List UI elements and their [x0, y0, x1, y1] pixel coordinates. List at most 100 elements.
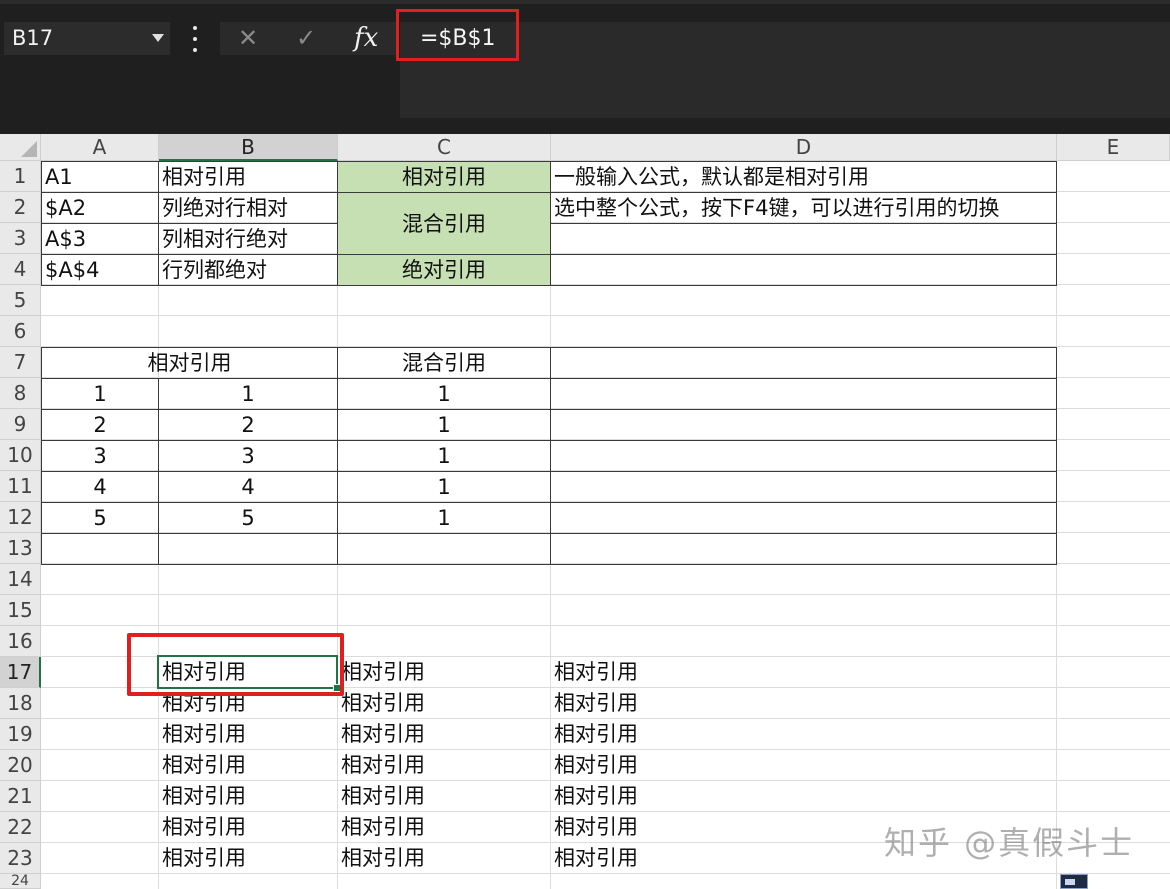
cell-c1[interactable]: 相对引用: [337, 161, 551, 193]
cell-ab7-merged[interactable]: 相对引用: [41, 347, 338, 379]
row-header-21[interactable]: 21: [0, 781, 41, 812]
cell-d17[interactable]: 相对引用: [551, 657, 1056, 688]
cell-b10[interactable]: 3: [158, 440, 338, 472]
cell-a4[interactable]: $A$4: [41, 254, 159, 286]
cell-d13[interactable]: [550, 533, 1057, 565]
formula-toolbar: B17 ✕ ✓ fx =$B$1: [0, 0, 1170, 134]
quick-analysis-icon[interactable]: [1060, 874, 1088, 889]
cell-b9[interactable]: 2: [158, 409, 338, 441]
row-header-16[interactable]: 16: [0, 626, 41, 657]
ribbon-edge: [0, 0, 1170, 4]
cell-c17[interactable]: 相对引用: [338, 657, 550, 688]
chevron-down-icon[interactable]: [152, 34, 164, 42]
cell-d3[interactable]: [550, 223, 1057, 255]
more-options-icon[interactable]: [188, 26, 202, 52]
cell-b21[interactable]: 相对引用: [159, 781, 337, 812]
cell-c20[interactable]: 相对引用: [338, 750, 550, 781]
row-header-22[interactable]: 22: [0, 812, 41, 843]
cell-d21[interactable]: 相对引用: [551, 781, 1056, 812]
row-header-2[interactable]: 2: [0, 192, 41, 223]
cell-c12[interactable]: 1: [337, 502, 551, 534]
cell-b19[interactable]: 相对引用: [159, 719, 337, 750]
row-header-18[interactable]: 18: [0, 688, 41, 719]
cell-c21[interactable]: 相对引用: [338, 781, 550, 812]
cell-d1[interactable]: 一般输入公式，默认都是相对引用: [550, 161, 1057, 193]
cell-c23[interactable]: 相对引用: [338, 843, 550, 874]
cell-c8[interactable]: 1: [337, 378, 551, 410]
cell-c11[interactable]: 1: [337, 471, 551, 503]
cell-d4[interactable]: [550, 254, 1057, 286]
cell-a13[interactable]: [41, 533, 159, 565]
row-header-6[interactable]: 6: [0, 316, 41, 347]
cell-d20[interactable]: 相对引用: [551, 750, 1056, 781]
column-header-e[interactable]: E: [1057, 134, 1170, 161]
cell-a3[interactable]: A$3: [41, 223, 159, 255]
cell-c18[interactable]: 相对引用: [338, 688, 550, 719]
cancel-icon[interactable]: ✕: [238, 26, 258, 50]
row-header-12[interactable]: 12: [0, 502, 41, 533]
cell-b11[interactable]: 4: [158, 471, 338, 503]
row-header-24[interactable]: 24: [0, 874, 41, 889]
cell-b2[interactable]: 列绝对行相对: [158, 192, 338, 224]
cell-c22[interactable]: 相对引用: [338, 812, 550, 843]
cell-a11[interactable]: 4: [41, 471, 159, 503]
row-header-3[interactable]: 3: [0, 223, 41, 254]
cell-a2[interactable]: $A2: [41, 192, 159, 224]
row-header-17[interactable]: 17: [0, 657, 41, 688]
cell-b20[interactable]: 相对引用: [159, 750, 337, 781]
column-header-c[interactable]: C: [338, 134, 551, 161]
cell-d10[interactable]: [550, 440, 1057, 472]
cell-a1[interactable]: A1: [41, 161, 159, 193]
cell-d11[interactable]: [550, 471, 1057, 503]
cell-d12[interactable]: [550, 502, 1057, 534]
cell-b3[interactable]: 列相对行绝对: [158, 223, 338, 255]
cell-b23[interactable]: 相对引用: [159, 843, 337, 874]
cell-b22[interactable]: 相对引用: [159, 812, 337, 843]
cell-d18[interactable]: 相对引用: [551, 688, 1056, 719]
cell-c9[interactable]: 1: [337, 409, 551, 441]
row-header-13[interactable]: 13: [0, 533, 41, 564]
column-header-b[interactable]: B: [159, 134, 338, 161]
row-header-19[interactable]: 19: [0, 719, 41, 750]
insert-function-button[interactable]: fx: [354, 23, 378, 53]
row-header-11[interactable]: 11: [0, 471, 41, 502]
row-header-20[interactable]: 20: [0, 750, 41, 781]
formula-buttons: ✕ ✓ fx: [220, 22, 398, 55]
cell-d2[interactable]: 选中整个公式，按下F4键，可以进行引用的切换: [550, 192, 1057, 224]
cell-d8[interactable]: [550, 378, 1057, 410]
check-icon[interactable]: ✓: [296, 26, 316, 50]
cell-b12[interactable]: 5: [158, 502, 338, 534]
row-header-4[interactable]: 4: [0, 254, 41, 285]
cell-c13[interactable]: [337, 533, 551, 565]
cell-c2-merged[interactable]: 混合引用: [337, 192, 551, 255]
cell-c19[interactable]: 相对引用: [338, 719, 550, 750]
cell-a10[interactable]: 3: [41, 440, 159, 472]
column-header-a[interactable]: A: [41, 134, 159, 161]
cell-c10[interactable]: 1: [337, 440, 551, 472]
cell-d7[interactable]: [550, 347, 1057, 379]
row-header-14[interactable]: 14: [0, 564, 41, 595]
row-header-15[interactable]: 15: [0, 595, 41, 626]
cell-b4[interactable]: 行列都绝对: [158, 254, 338, 286]
name-box[interactable]: B17: [4, 22, 170, 55]
row-header-10[interactable]: 10: [0, 440, 41, 471]
row-header-7[interactable]: 7: [0, 347, 41, 378]
cell-d9[interactable]: [550, 409, 1057, 441]
cell-c7[interactable]: 混合引用: [337, 347, 551, 379]
cell-c4[interactable]: 绝对引用: [337, 254, 551, 286]
cell-a12[interactable]: 5: [41, 502, 159, 534]
column-header-d[interactable]: D: [551, 134, 1057, 161]
select-all-button[interactable]: [0, 134, 41, 161]
row-header-23[interactable]: 23: [0, 843, 41, 874]
row-header-9[interactable]: 9: [0, 409, 41, 440]
cell-b8[interactable]: 1: [158, 378, 338, 410]
cell-a9[interactable]: 2: [41, 409, 159, 441]
cell-b1[interactable]: 相对引用: [158, 161, 338, 193]
row-header-5[interactable]: 5: [0, 285, 41, 316]
cell-d19[interactable]: 相对引用: [551, 719, 1056, 750]
row-header-1[interactable]: 1: [0, 161, 41, 192]
cell-b13[interactable]: [158, 533, 338, 565]
cell-a8[interactable]: 1: [41, 378, 159, 410]
name-box-value: B17: [12, 26, 54, 50]
row-header-8[interactable]: 8: [0, 378, 41, 409]
